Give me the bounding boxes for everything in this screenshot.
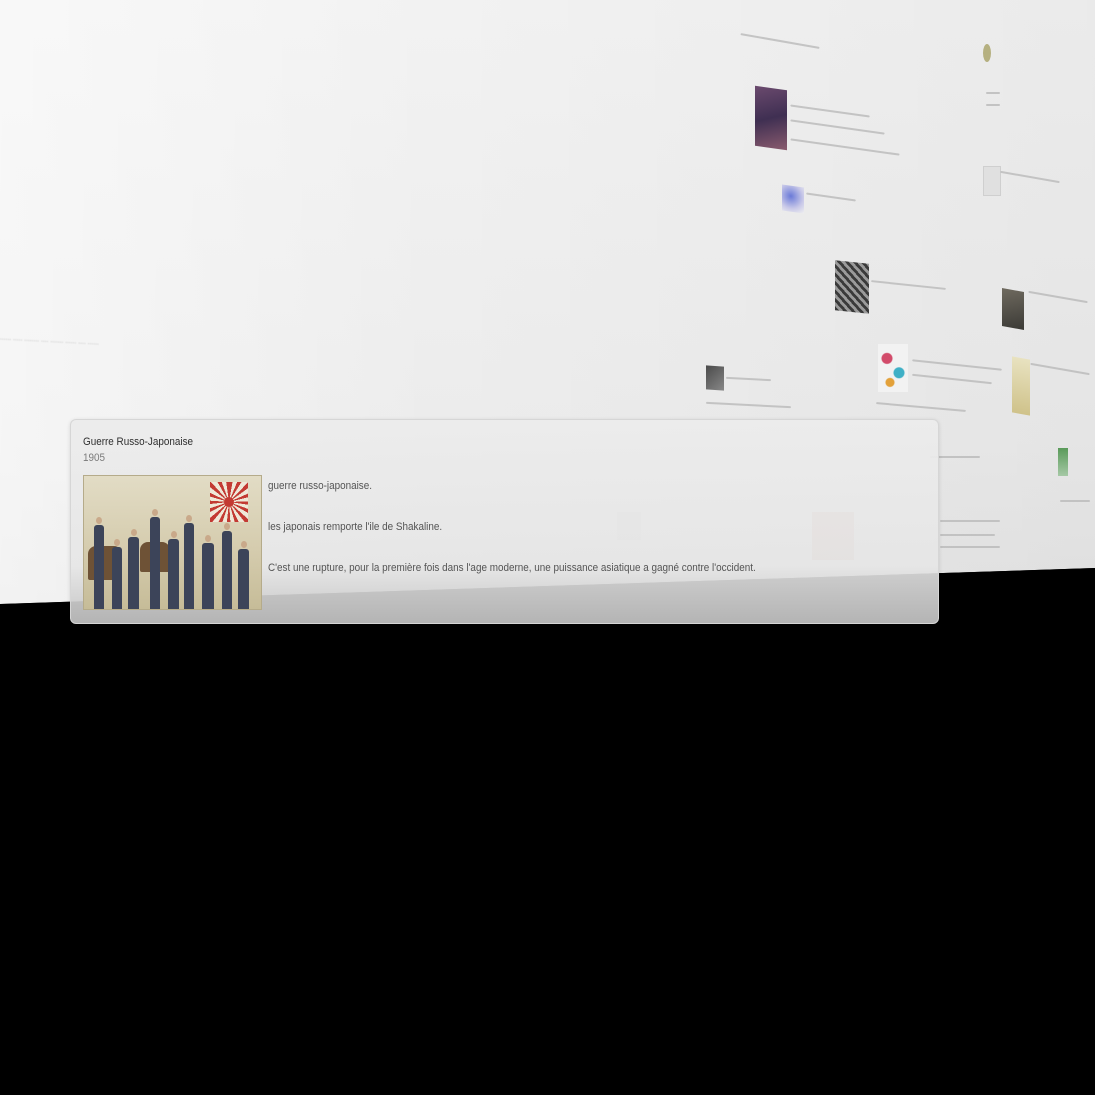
soldier-figure: [112, 539, 122, 609]
event-description-line: les japonais remporte l'ile de Shakaline…: [268, 521, 443, 533]
distant-event-thumbnail[interactable]: [835, 260, 869, 314]
event-date: 1905: [83, 452, 106, 464]
event-description-line: guerre russo-japonaise.: [268, 480, 373, 492]
distant-event-thumbnail[interactable]: [983, 166, 1001, 196]
distant-event-thumbnail[interactable]: [782, 184, 804, 214]
soldier-figure: [94, 517, 104, 609]
soldier-figure: [202, 535, 214, 609]
distant-text-line: [986, 104, 1000, 106]
distant-event-thumbnail[interactable]: [755, 85, 787, 151]
distant-text-line: [986, 92, 1000, 94]
soldier-figure: [222, 523, 232, 609]
event-title: Guerre Russo-Japonaise: [83, 436, 194, 448]
distant-event-thumbnail[interactable]: [1002, 288, 1024, 330]
distant-event-thumbnail[interactable]: [878, 344, 908, 392]
event-detail-popup[interactable]: Guerre Russo-Japonaise 1905 guerre russo…: [70, 419, 939, 624]
rising-sun-flag-icon: [210, 482, 248, 522]
distant-event-thumbnail[interactable]: [1012, 356, 1030, 416]
distant-event-thumbnail[interactable]: [1058, 448, 1068, 476]
timeline-scene: ...... ..... ........ .... ....... .....…: [0, 0, 1095, 1095]
distant-text-line: [940, 520, 1000, 522]
soldier-figure: [150, 509, 160, 609]
distant-text-line: [940, 546, 1000, 548]
event-illustration-image[interactable]: [83, 475, 262, 610]
soldier-figure: [128, 529, 139, 609]
soldier-figure: [184, 515, 194, 609]
distant-event-thumbnail[interactable]: [983, 44, 991, 62]
distant-text-line: [940, 534, 995, 536]
event-description-line: C'est une rupture, pour la première fois…: [268, 562, 756, 574]
soldier-figure: [238, 541, 249, 609]
distant-event-thumbnail[interactable]: [706, 365, 724, 391]
distant-text-line: [1060, 500, 1090, 502]
soldier-figure: [168, 531, 179, 609]
